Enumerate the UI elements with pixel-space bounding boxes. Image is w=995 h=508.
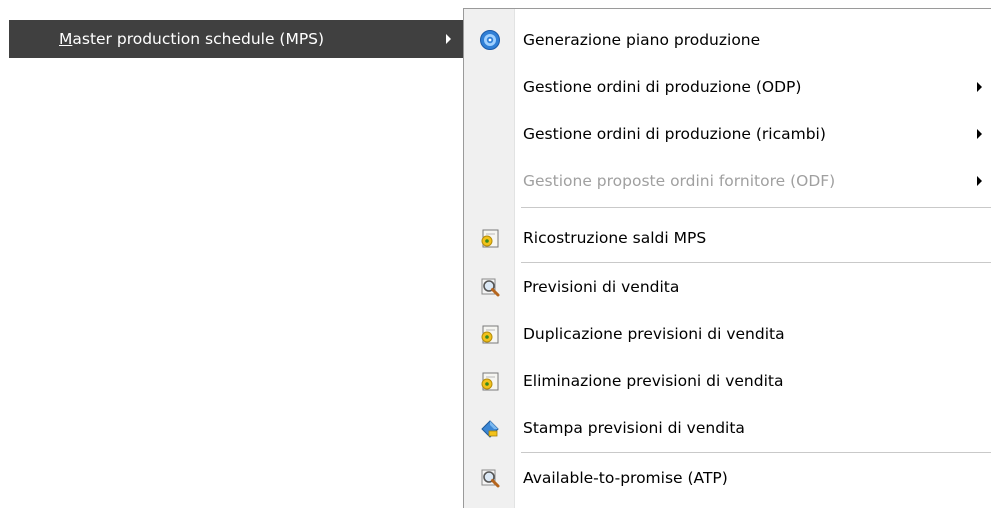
menu-item-label: Master production schedule (MPS) — [59, 20, 324, 58]
menu-item-available-to-promise[interactable]: Available-to-promise (ATP) — [464, 455, 991, 501]
submenu-arrow-icon — [977, 82, 982, 92]
menu-item-gestione-odf: Gestione proposte ordini fornitore (ODF) — [464, 158, 991, 204]
menu-item-label: Previsioni di vendita — [523, 278, 680, 296]
menu-item-label: Gestione proposte ordini fornitore (ODF) — [523, 172, 836, 190]
procedure-gear-icon — [481, 325, 499, 344]
gear-globe-icon — [480, 30, 500, 50]
menu-item-master-production-schedule[interactable]: Master production schedule (MPS) — [9, 20, 463, 58]
submenu-mps: Generazione piano produzione Gestione or… — [463, 8, 991, 508]
procedure-gear-icon — [481, 372, 499, 391]
menu-item-ricostruzione-saldi-mps[interactable]: Ricostruzione saldi MPS — [464, 215, 991, 261]
accelerator-letter: M — [59, 30, 73, 48]
menu-item-label: Gestione ordini di produzione (ODP) — [523, 78, 802, 96]
menu-item-gestione-ricambi[interactable]: Gestione ordini di produzione (ricambi) — [464, 111, 991, 157]
submenu-arrow-icon — [977, 176, 982, 186]
menu-item-previsioni-di-vendita[interactable]: Previsioni di vendita — [464, 264, 991, 310]
submenu-arrow-icon — [446, 34, 451, 44]
menu-item-stampa-previsioni[interactable]: Stampa previsioni di vendita — [464, 405, 991, 451]
menu-item-label: Stampa previsioni di vendita — [523, 419, 745, 437]
print-report-icon — [481, 420, 499, 438]
menu-item-label: Duplicazione previsioni di vendita — [523, 325, 785, 343]
menu-separator — [521, 452, 991, 454]
menu-item-label: Generazione piano produzione — [523, 31, 761, 49]
menu-item-label: Ricostruzione saldi MPS — [523, 229, 707, 247]
magnifier-icon — [481, 278, 500, 297]
menu-item-label-text: aster production schedule (MPS) — [72, 30, 325, 48]
menu-item-duplicazione-previsioni[interactable]: Duplicazione previsioni di vendita — [464, 311, 991, 357]
menu-item-eliminazione-previsioni[interactable]: Eliminazione previsioni di vendita — [464, 358, 991, 404]
procedure-gear-icon — [481, 229, 499, 248]
menu-item-label: Gestione ordini di produzione (ricambi) — [523, 125, 826, 143]
menu-item-label: Available-to-promise (ATP) — [523, 469, 728, 487]
magnifier-icon — [481, 469, 500, 488]
submenu-arrow-icon — [977, 129, 982, 139]
menu-separator — [521, 207, 991, 209]
menu-item-label: Eliminazione previsioni di vendita — [523, 372, 784, 390]
menu-item-generazione-piano-produzione[interactable]: Generazione piano produzione — [464, 17, 991, 63]
menu-item-gestione-odp[interactable]: Gestione ordini di produzione (ODP) — [464, 64, 991, 110]
